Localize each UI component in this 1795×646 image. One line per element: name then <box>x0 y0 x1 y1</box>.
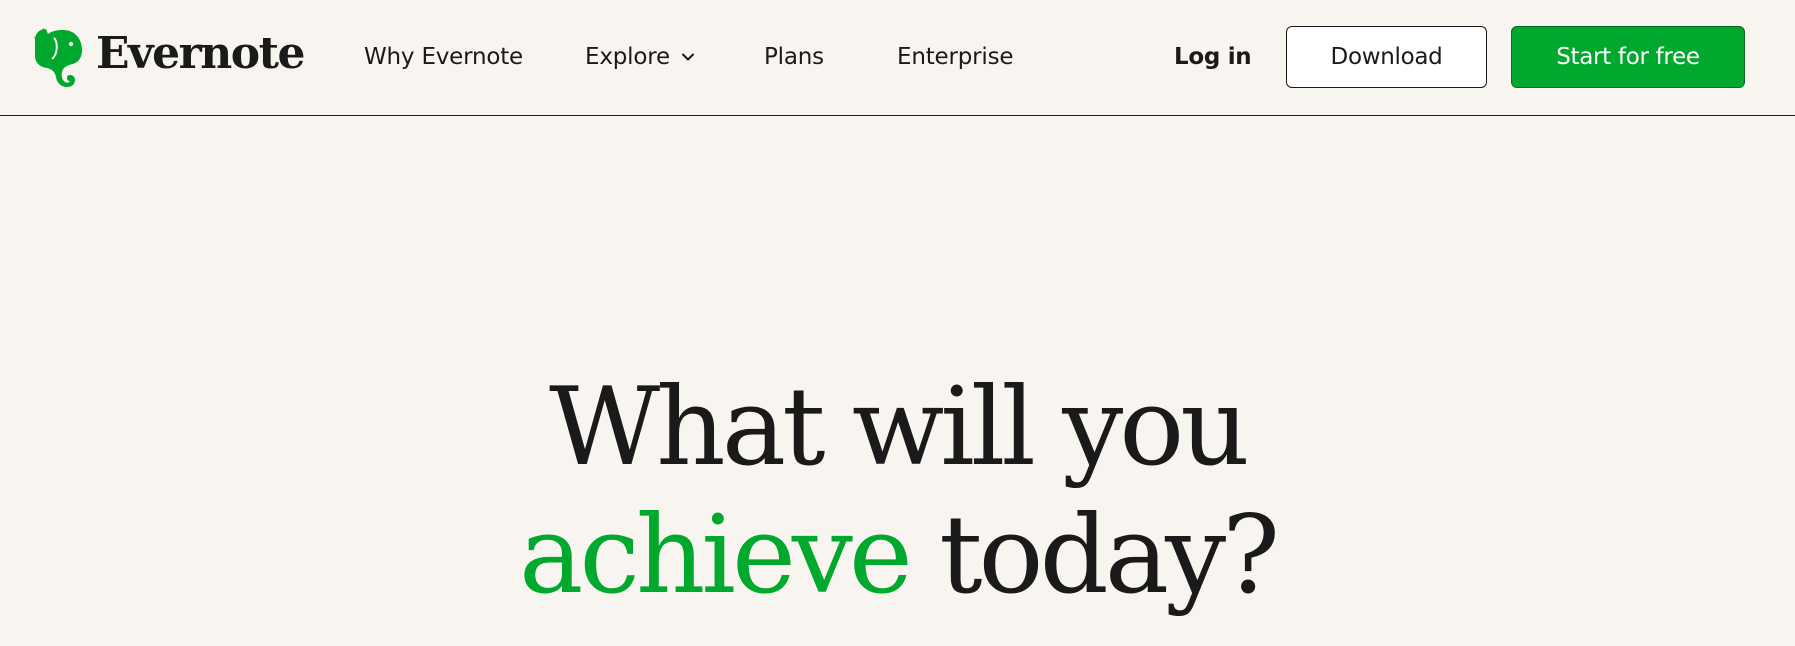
brand-name: Evernote <box>96 28 305 79</box>
start-for-free-button[interactable]: Start for free <box>1511 26 1745 88</box>
nav-enterprise[interactable]: Enterprise <box>897 38 1014 76</box>
nav-explore[interactable]: Explore <box>585 38 696 76</box>
hero-line-2: achieve today? <box>0 492 1795 620</box>
nav-explore-label: Explore <box>585 44 670 70</box>
hero-line-2-rest: today? <box>939 493 1280 618</box>
elephant-icon <box>34 28 82 87</box>
login-link[interactable]: Log in <box>1174 38 1252 76</box>
site-header: Evernote Why Evernote Explore Plans Ente… <box>0 0 1795 116</box>
hero-section: What will you achieve today? <box>0 116 1795 646</box>
hero-line-1: What will you <box>549 365 1250 490</box>
hero-headline: What will you achieve today? <box>0 364 1795 620</box>
evernote-logo[interactable]: Evernote <box>32 25 305 89</box>
download-button[interactable]: Download <box>1286 26 1487 88</box>
nav-why-evernote[interactable]: Why Evernote <box>364 38 523 76</box>
nav-plans[interactable]: Plans <box>764 38 824 76</box>
chevron-down-icon <box>681 53 694 61</box>
hero-accent-word: achieve <box>518 493 913 618</box>
